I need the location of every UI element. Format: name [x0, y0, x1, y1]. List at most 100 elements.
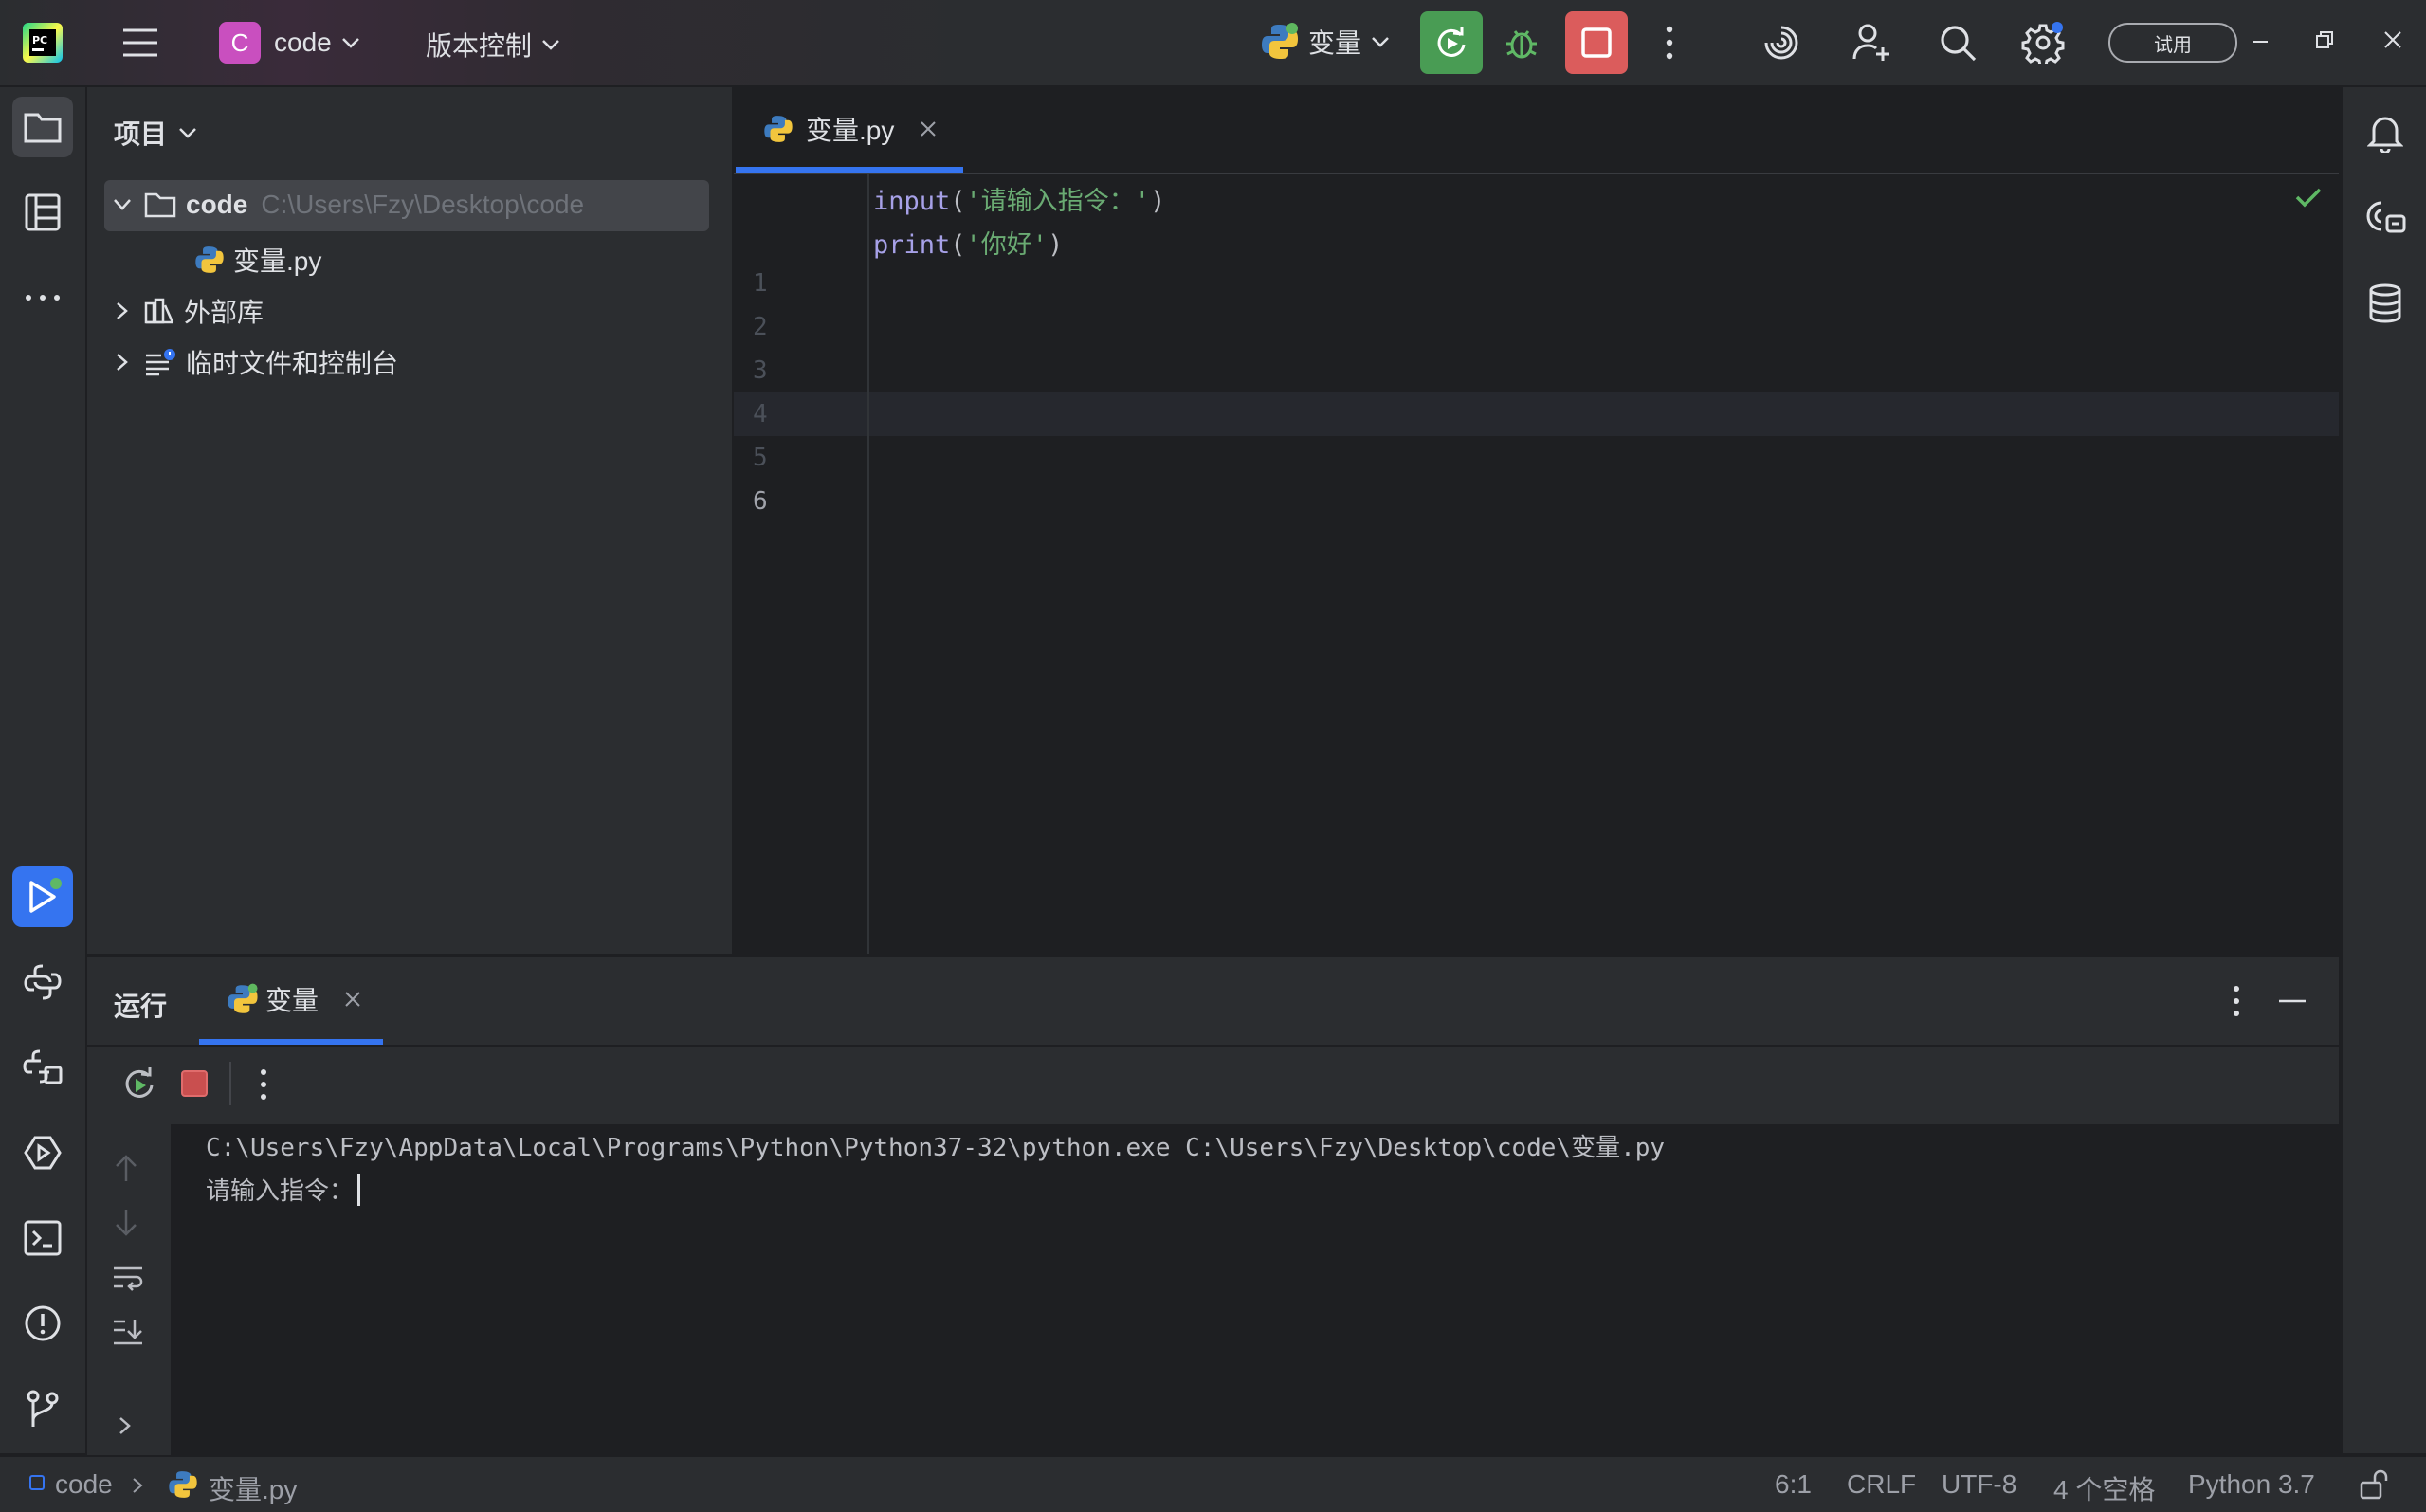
search-button[interactable] [1938, 23, 1978, 63]
run-tab-label: 变量 [265, 986, 319, 1015]
more-vertical-icon [261, 1069, 266, 1100]
file-encoding[interactable]: UTF-8 [1942, 1469, 2016, 1500]
settings-button[interactable] [2021, 21, 2065, 64]
project-panel-header[interactable]: 项目 [114, 114, 197, 152]
code-line-1[interactable]: input('请输入指令：') [873, 180, 1165, 217]
structure-tool-button[interactable] [12, 182, 73, 243]
tree-item-file[interactable]: 变量.py [193, 241, 321, 279]
structure-icon [25, 193, 61, 231]
debug-button[interactable] [1503, 23, 1541, 63]
python-file-icon [764, 116, 793, 142]
run-tab[interactable]: 变量 [226, 980, 362, 1018]
terminal-tool-button[interactable] [12, 1208, 73, 1268]
code-with-me-button[interactable] [1851, 21, 1892, 64]
run-icon [29, 878, 62, 913]
run-tool-button[interactable] [12, 866, 73, 927]
folder-icon [144, 192, 176, 218]
trial-badge[interactable]: 试用 [2108, 23, 2237, 63]
database-button[interactable] [2355, 273, 2416, 334]
more-tools-button[interactable] [12, 267, 73, 328]
vcs-menu[interactable]: 版本控制 [426, 26, 560, 64]
run-more-button[interactable] [256, 1067, 271, 1102]
main-menu-icon[interactable] [121, 25, 159, 61]
rerun-icon [125, 1067, 154, 1098]
close-tab-icon[interactable] [919, 119, 938, 138]
rerun-button[interactable] [1420, 11, 1483, 74]
stop-button[interactable] [180, 1069, 209, 1098]
close-window-button[interactable] [2381, 28, 2404, 51]
svg-text:PC: PC [32, 34, 47, 46]
folder-icon [24, 113, 62, 143]
project-panel: 项目 code C:\Users\Fzy\Desktop\code 变量.py … [87, 87, 734, 954]
console-prompt: 请输入指令： [206, 1177, 355, 1206]
line-number-current: 6 [753, 487, 768, 516]
code-line-2[interactable]: print('你好') [873, 224, 1063, 261]
hide-panel-button[interactable] [2277, 990, 2307, 1012]
editor-tab[interactable]: 变量.py [762, 110, 938, 148]
console-input-line[interactable]: 请输入指令： [206, 1172, 361, 1207]
right-tool-strip [2341, 87, 2426, 1453]
root-folder-name: code [186, 190, 248, 219]
run-config-selector[interactable]: 变量 [1259, 21, 1390, 63]
project-selector[interactable]: C code [219, 22, 360, 64]
active-tab-indicator [736, 167, 963, 173]
stop-icon [1581, 27, 1612, 58]
read-only-toggle[interactable] [2359, 1468, 2391, 1501]
caret-position[interactable]: 6:1 [1775, 1469, 1812, 1500]
chevron-right-icon [117, 354, 128, 371]
library-icon [144, 298, 174, 324]
python-interpreter[interactable]: Python 3.7 [2188, 1469, 2315, 1500]
pycharm-logo-icon[interactable]: PC [23, 23, 63, 63]
chevron-down-icon [1372, 37, 1389, 47]
tree-item-scratches[interactable]: 临时文件和控制台 [112, 343, 398, 381]
inspection-ok-icon[interactable] [2294, 186, 2323, 209]
services-tool-button[interactable] [12, 1122, 73, 1183]
python-console-icon [24, 964, 62, 1000]
ai-chat-button[interactable] [2355, 188, 2416, 248]
problems-icon [25, 1305, 61, 1341]
soft-wrap-button[interactable] [112, 1265, 144, 1291]
minimize-button[interactable] [2249, 28, 2271, 51]
packages-icon [23, 1049, 63, 1084]
tree-item-external-libs[interactable]: 外部库 [112, 292, 264, 330]
breadcrumb-file[interactable]: 变量.py [209, 1469, 297, 1507]
rerun-button[interactable] [121, 1066, 157, 1102]
run-panel: 运行 变量 C:\Users\Fzy\AppData\Local\Program… [87, 956, 2339, 1455]
chevron-right-icon [117, 302, 128, 319]
project-panel-title: 项目 [114, 119, 168, 149]
project-name: code [274, 27, 332, 57]
root-folder-path: C:\Users\Fzy\Desktop\code [261, 190, 585, 219]
line-number: 1 [753, 269, 768, 298]
database-icon [2369, 283, 2401, 323]
title-bar: PC C code 版本控制 变量 试用 [0, 0, 2426, 87]
stop-icon [181, 1070, 208, 1097]
python-packages-button[interactable] [12, 952, 73, 1012]
git-tool-button[interactable] [12, 1378, 73, 1439]
expand-toolbar-button[interactable] [116, 1414, 135, 1437]
breadcrumb-project[interactable]: code [55, 1469, 113, 1500]
indent-setting[interactable]: 4 个空格 [2053, 1469, 2155, 1507]
scroll-down-button[interactable] [112, 1208, 140, 1238]
toolbar-separator [229, 1062, 231, 1105]
python-packages-tool-button[interactable] [12, 1037, 73, 1098]
project-tool-button[interactable] [12, 97, 73, 157]
line-separator[interactable]: CRLF [1847, 1469, 1916, 1500]
scroll-up-button[interactable] [112, 1153, 140, 1183]
more-actions-button[interactable] [1659, 24, 1680, 62]
line-number: 3 [753, 356, 768, 385]
console-side-toolbar [87, 1124, 171, 1455]
scroll-to-end-button[interactable] [112, 1318, 144, 1346]
stop-button[interactable] [1565, 11, 1628, 74]
vcs-label: 版本控制 [426, 31, 533, 61]
ai-assistant-button[interactable] [1761, 23, 1801, 63]
close-tab-icon[interactable] [343, 990, 362, 1009]
restore-button[interactable] [2313, 28, 2336, 51]
tree-item-root[interactable]: code C:\Users\Fzy\Desktop\code [112, 190, 584, 220]
run-panel-options-button[interactable] [2227, 984, 2246, 1018]
notifications-button[interactable] [2355, 102, 2416, 163]
problems-tool-button[interactable] [12, 1293, 73, 1354]
run-panel-header: 运行 变量 [87, 957, 2339, 1045]
minimize-icon [2279, 999, 2306, 1003]
python-file-icon [195, 246, 224, 273]
run-panel-title: 运行 [114, 992, 168, 1021]
